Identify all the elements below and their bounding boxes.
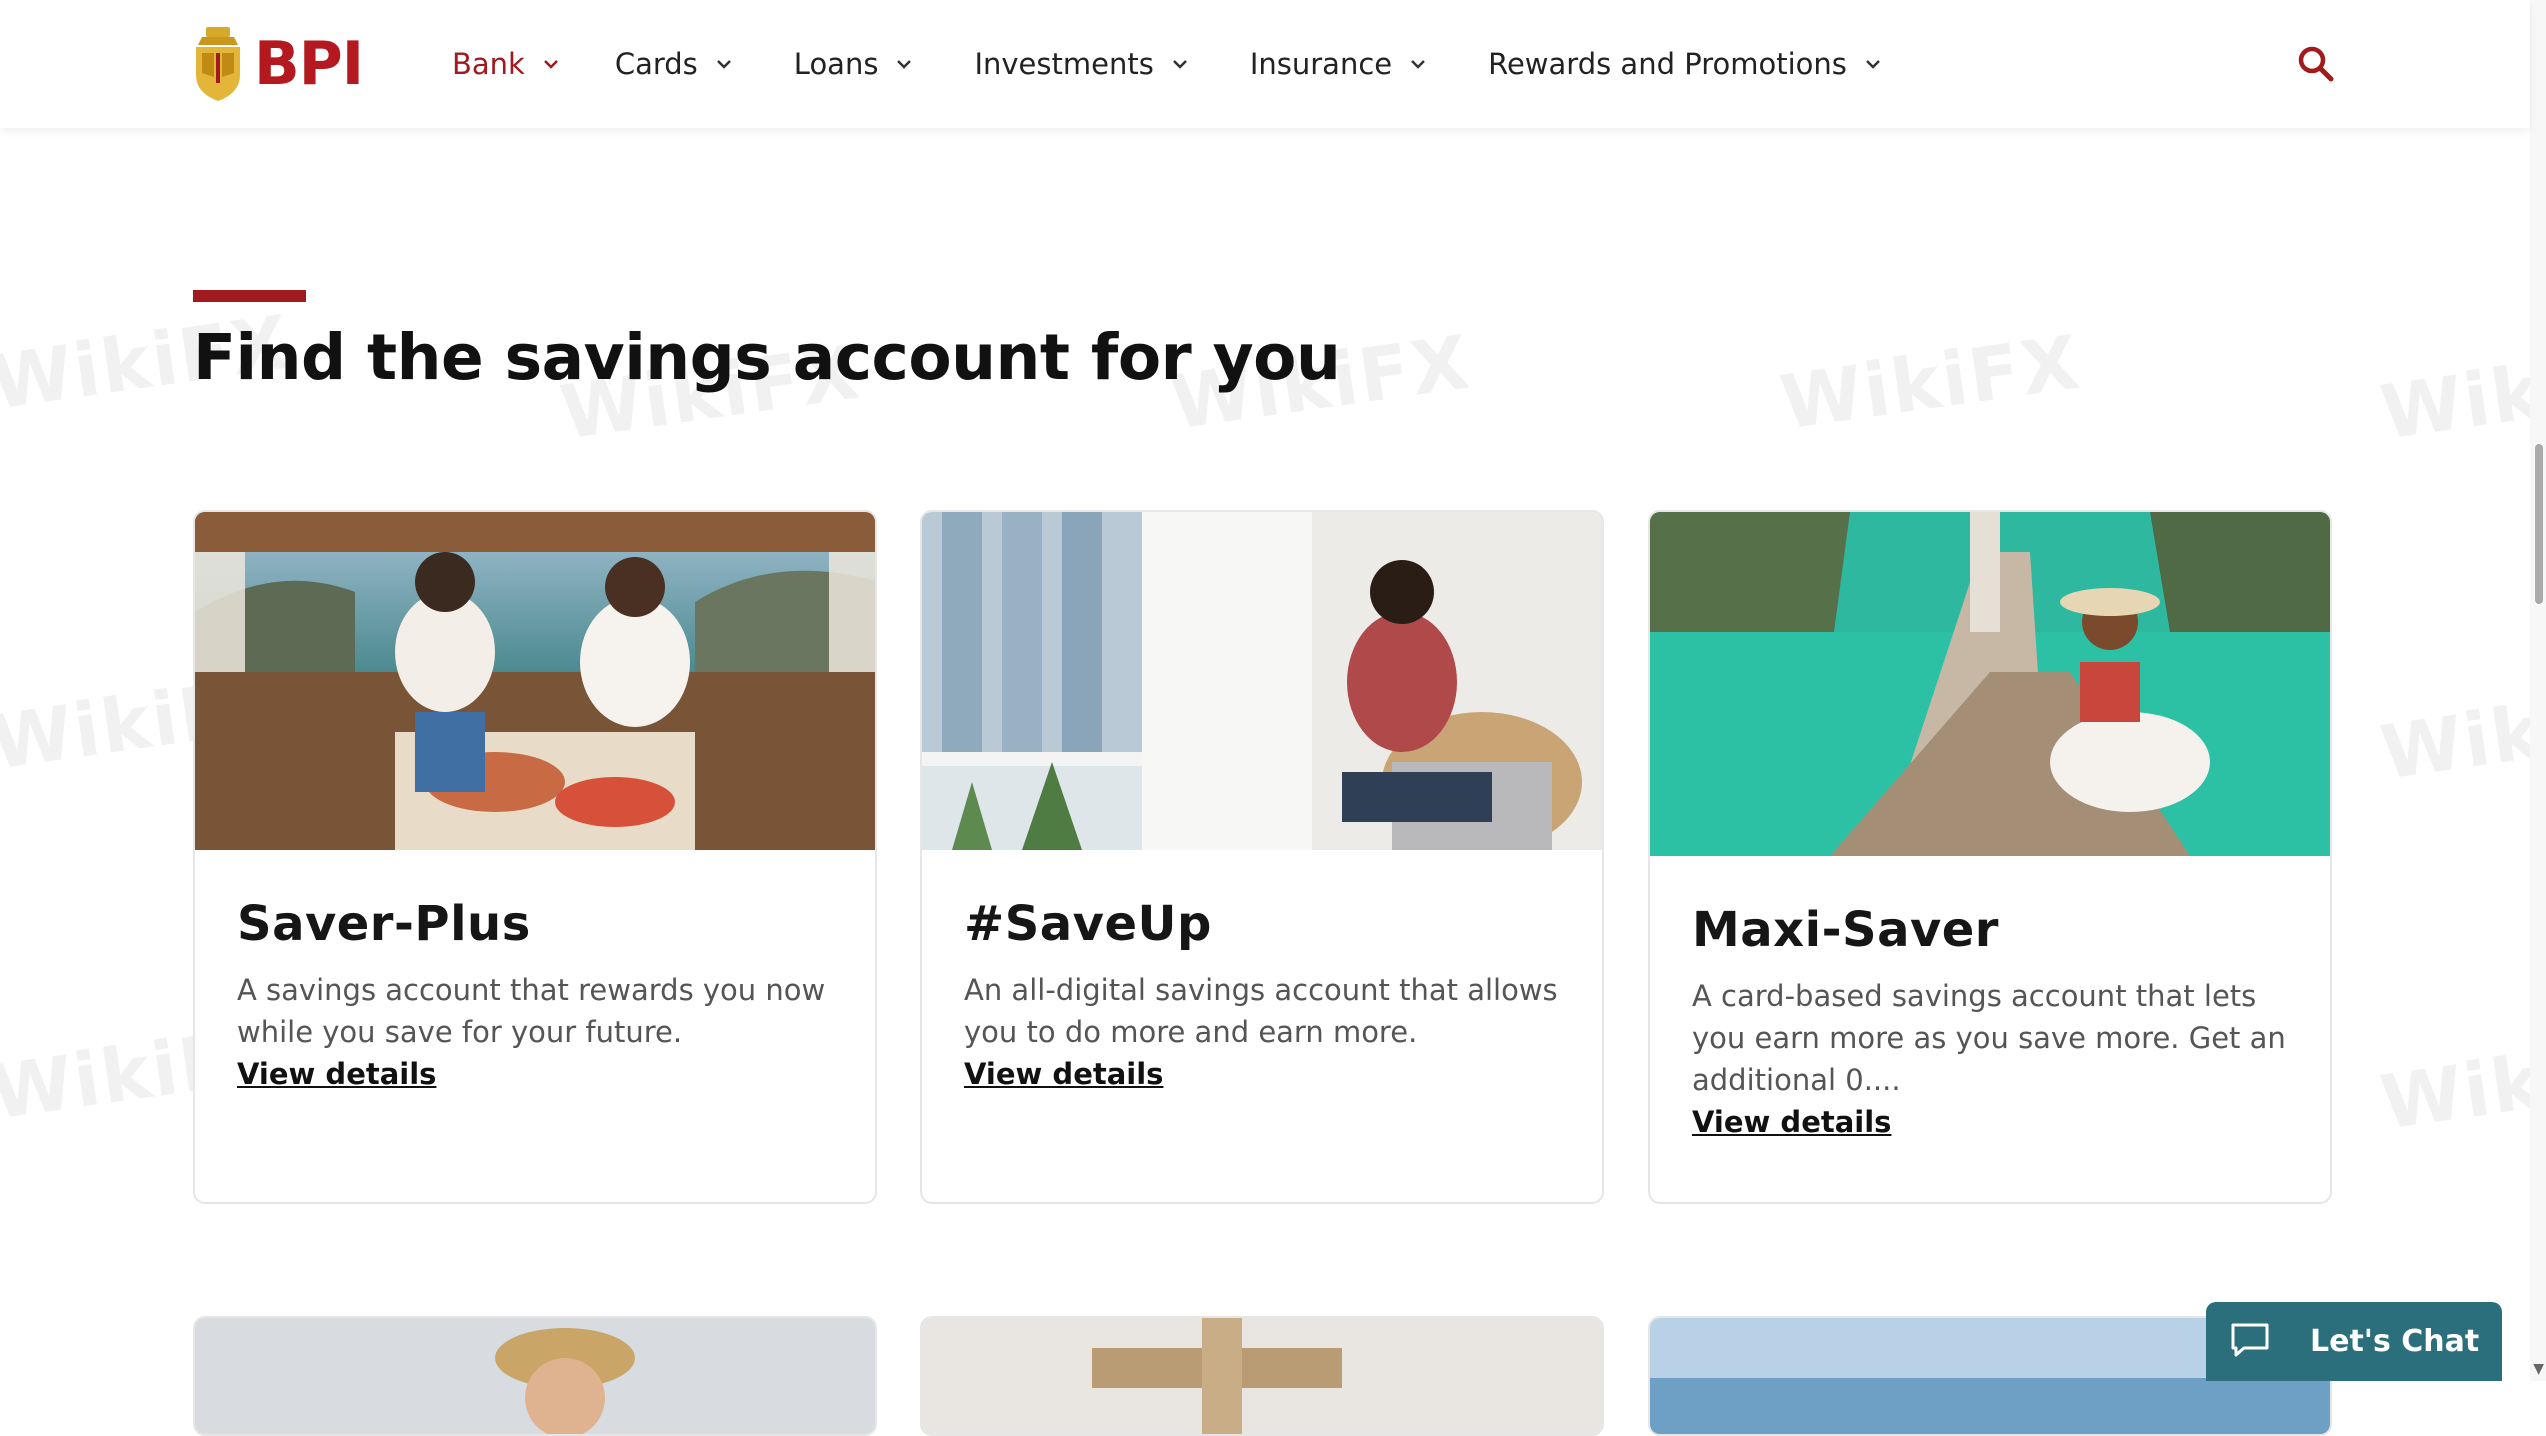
card-partial[interactable] <box>193 1316 877 1436</box>
chevron-down-icon <box>896 59 912 69</box>
search-icon <box>2298 46 2334 82</box>
chevron-down-icon <box>543 59 559 69</box>
view-details-link[interactable]: View details <box>1692 1105 1891 1139</box>
main-nav: Bank Cards Loans Investments Insurance R… <box>452 36 1881 92</box>
nav-label: Bank <box>452 47 525 81</box>
bpi-logo[interactable]: BPI <box>192 24 364 104</box>
search-button[interactable] <box>2296 44 2336 84</box>
card-title: Maxi-Saver <box>1692 902 1999 958</box>
watermark: WikiFX <box>2375 669 2546 797</box>
lets-chat-button[interactable]: Let's Chat <box>2206 1302 2502 1381</box>
nav-label: Loans <box>793 47 879 81</box>
card-description: A card-based savings account that lets y… <box>1692 978 2286 1097</box>
nav-investments[interactable]: Investments <box>974 47 1187 81</box>
card-title: #SaveUp <box>964 896 1212 952</box>
man-with-coffee-by-window-photo <box>922 512 1602 850</box>
partial-card-photo <box>195 1318 875 1434</box>
nav-insurance[interactable]: Insurance <box>1250 47 1426 81</box>
card-saver-plus[interactable]: Saver-Plus A savings account that reward… <box>193 510 877 1204</box>
couple-toasting-on-boat-photo <box>195 512 875 850</box>
woman-on-longtail-boat-photo <box>1650 512 2330 856</box>
scroll-down-arrow-icon[interactable]: ▼ <box>2533 1361 2544 1377</box>
site-header: BPI Bank Cards Loans Investments Insuran… <box>0 0 2530 128</box>
chat-label: Let's Chat <box>2310 1324 2480 1359</box>
page-scrollbar[interactable]: ▼ <box>2530 0 2546 1381</box>
section-accent-bar <box>193 290 306 302</box>
view-details-link[interactable]: View details <box>964 1057 1163 1091</box>
card-partial[interactable] <box>920 1316 1604 1436</box>
nav-loans[interactable]: Loans <box>794 47 913 81</box>
section-title: Find the savings account for you <box>193 321 1341 394</box>
nav-label: Rewards and Promotions <box>1488 47 1847 81</box>
card-description: A savings account that rewards you now w… <box>237 972 826 1049</box>
nav-label: Cards <box>614 47 698 81</box>
nav-label: Investments <box>974 47 1154 81</box>
chevron-down-icon <box>1865 59 1881 69</box>
chevron-down-icon <box>1410 59 1426 69</box>
logo-text: BPI <box>254 29 364 99</box>
card-maxi-saver[interactable]: Maxi-Saver A card-based savings account … <box>1648 510 2332 1204</box>
watermark: WikiFX <box>1775 319 2086 447</box>
view-details-link[interactable]: View details <box>237 1057 436 1091</box>
watermark: WikiFX <box>2375 1019 2546 1147</box>
card-image <box>195 512 875 850</box>
nav-label: Insurance <box>1249 47 1393 81</box>
partial-card-photo <box>922 1318 1602 1434</box>
nav-bank[interactable]: Bank <box>452 47 559 81</box>
chat-bubble-icon <box>2230 1322 2270 1362</box>
card-title: Saver-Plus <box>237 896 531 952</box>
crest-icon <box>196 27 240 101</box>
nav-cards[interactable]: Cards <box>615 47 732 81</box>
card-image <box>1650 512 2330 856</box>
watermark: WikiFX <box>2375 329 2546 457</box>
chevron-down-icon <box>716 59 732 69</box>
card-saveup[interactable]: #SaveUp An all-digital savings account t… <box>920 510 1604 1204</box>
scrollbar-thumb[interactable] <box>2535 444 2543 604</box>
card-description: An all-digital savings account that allo… <box>964 972 1558 1049</box>
nav-rewards-and-promotions[interactable]: Rewards and Promotions <box>1488 47 1881 81</box>
chevron-down-icon <box>1172 59 1188 69</box>
card-image <box>922 512 1602 850</box>
